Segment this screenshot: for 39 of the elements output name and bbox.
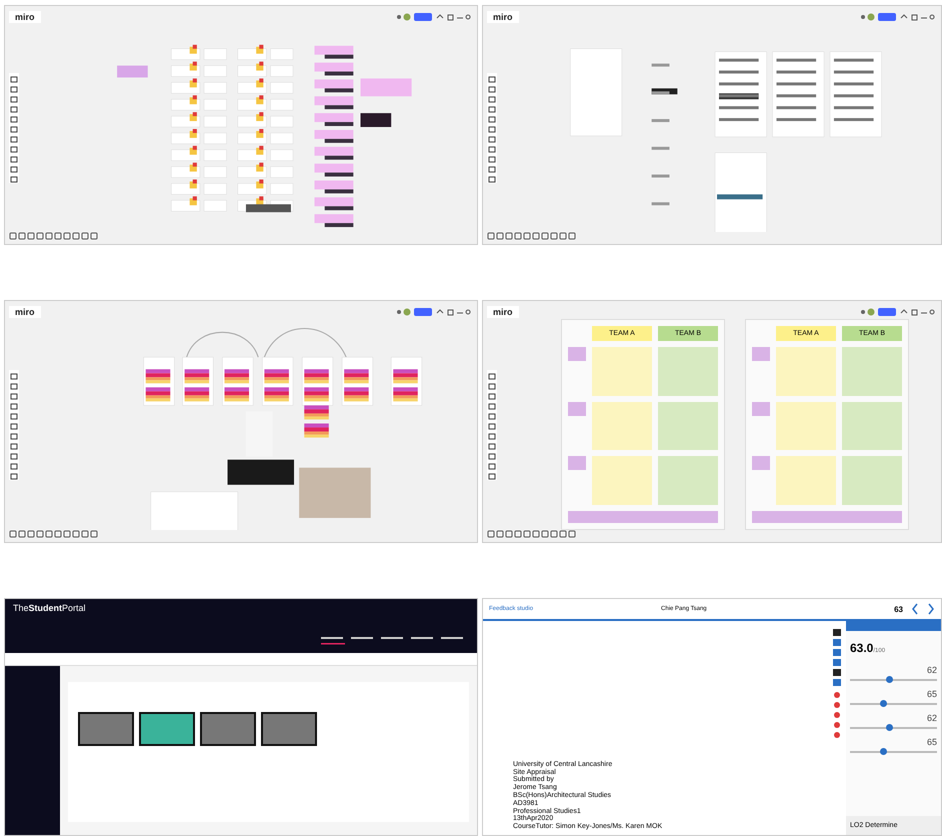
previous-icon[interactable]: [911, 603, 919, 615]
team-cell: [592, 402, 652, 450]
slider-thumb[interactable]: [886, 676, 894, 683]
criterion-score: 62: [926, 665, 937, 675]
team-cell: [658, 456, 718, 506]
sticky-note: [568, 402, 586, 416]
criterion-score: 65: [926, 689, 937, 699]
app-logo: miro: [9, 11, 41, 23]
team-cell: [842, 347, 902, 396]
sticky-note: [568, 456, 586, 470]
sticky-note: [752, 347, 770, 361]
slider-thumb[interactable]: [880, 748, 888, 755]
team-cell: [842, 456, 902, 506]
team-cell: [776, 347, 836, 396]
criterion-score: 62: [926, 713, 937, 723]
sticky-note: [752, 456, 770, 470]
total-score: 63.0: [850, 641, 874, 655]
sticky-note: [568, 347, 586, 361]
next-icon[interactable]: [927, 603, 935, 615]
app-logo: miro: [9, 306, 41, 318]
video-thumbnail-placeholder[interactable]: [200, 712, 256, 746]
app-logo: miro: [487, 11, 519, 23]
team-cell: [592, 347, 652, 396]
team-cell: [776, 456, 836, 506]
video-thumbnail-placeholder[interactable]: [261, 712, 317, 746]
team-cell: [658, 402, 718, 450]
site-logo: TheStudentPortal: [13, 603, 86, 615]
grade-value: 63: [894, 604, 903, 614]
sticky-note: [752, 402, 770, 416]
team-cell: [842, 402, 902, 450]
criterion-score: 65: [926, 737, 937, 747]
video-thumbnail-placeholder[interactable]: [139, 712, 195, 746]
slider-thumb[interactable]: [886, 724, 894, 731]
app-logo: miro: [487, 306, 519, 318]
team-cell: [776, 402, 836, 450]
slider-thumb[interactable]: [880, 700, 888, 707]
video-thumbnail-placeholder[interactable]: [78, 712, 134, 746]
team-cell: [592, 456, 652, 506]
team-cell: [658, 347, 718, 396]
